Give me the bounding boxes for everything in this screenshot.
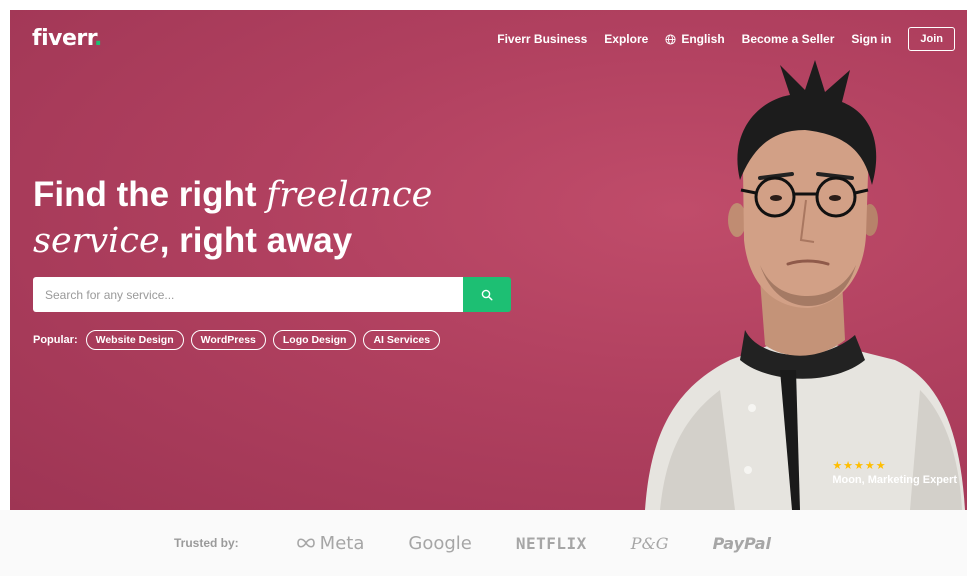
- brand-google: Google: [408, 532, 472, 554]
- join-button[interactable]: Join: [908, 27, 955, 51]
- popular-tag-ai-services[interactable]: AI Services: [363, 330, 441, 350]
- brand-paypal: PayPal: [712, 533, 772, 553]
- headline-part1: Find the right: [33, 175, 267, 214]
- testimonial-role: Marketing Expert: [867, 474, 957, 486]
- headline-italic-service: service: [33, 221, 160, 261]
- popular-label: Popular:: [33, 334, 78, 346]
- trusted-by-label: Trusted by:: [173, 536, 239, 550]
- search-bar: [33, 277, 511, 312]
- nav-language[interactable]: English: [665, 32, 725, 46]
- nav-sign-in[interactable]: Sign in: [851, 32, 891, 46]
- headline-italic-freelance: freelance: [266, 175, 433, 215]
- popular-tag-logo-design[interactable]: Logo Design: [272, 330, 357, 350]
- popular-tag-website-design[interactable]: Website Design: [85, 330, 184, 350]
- nav-links: Fiverr Business Explore English Become a…: [497, 27, 955, 51]
- nav-become-seller[interactable]: Become a Seller: [742, 32, 835, 46]
- hero-headline: Find the right freelance service, right a…: [33, 172, 432, 264]
- trusted-by-bar: Trusted by: Meta Google NETFLIX P&G PayP…: [0, 510, 967, 576]
- popular-tag-wordpress[interactable]: WordPress: [190, 330, 266, 350]
- testimonial-name: Moon,: [832, 474, 868, 486]
- brand-meta-label: Meta: [319, 532, 365, 554]
- globe-icon: [665, 33, 676, 45]
- brand-pg: P&G: [630, 533, 669, 553]
- headline-part2: , right away: [159, 221, 353, 260]
- search-icon: [481, 289, 493, 301]
- nav-fiverr-business[interactable]: Fiverr Business: [497, 32, 587, 46]
- brand-meta: Meta: [295, 532, 365, 554]
- hero-section: fiverr. Fiverr Business Explore English …: [10, 10, 967, 510]
- nav-explore[interactable]: Explore: [604, 32, 648, 46]
- language-label: English: [681, 32, 725, 46]
- logo-text: fiverr: [32, 26, 94, 51]
- popular-searches: Popular: Website Design WordPress Logo D…: [33, 330, 441, 350]
- meta-infinity-icon: [296, 538, 315, 548]
- search-button[interactable]: [463, 277, 511, 312]
- logo-dot: .: [93, 26, 102, 51]
- testimonial-text: Moon, Marketing Expert: [832, 474, 957, 486]
- testimonial-caption: ★★★★★ Moon, Marketing Expert: [832, 459, 957, 486]
- hero-person-image: [645, 60, 965, 510]
- rating-stars: ★★★★★: [832, 460, 887, 472]
- fiverr-logo[interactable]: fiverr.: [32, 26, 102, 51]
- search-input[interactable]: [33, 277, 463, 312]
- brand-netflix: NETFLIX: [515, 533, 587, 553]
